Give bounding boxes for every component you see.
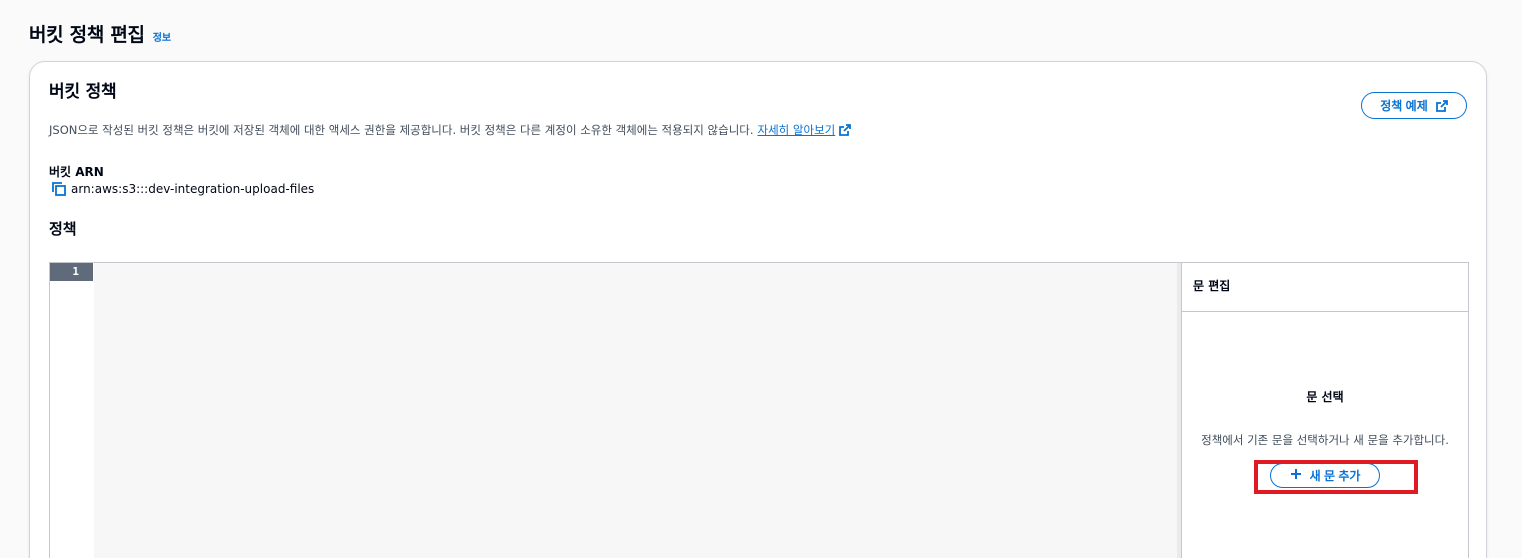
- bucket-policy-card: 버킷 정책 정책 예제 JSON으로 작성된 버킷 정책은 버킷에 저장된 객체…: [29, 61, 1487, 558]
- info-link[interactable]: 정보: [153, 29, 171, 44]
- policy-label: 정책: [49, 220, 77, 238]
- card-title: 버킷 정책: [49, 82, 117, 102]
- policy-code-input[interactable]: [94, 263, 1177, 558]
- learn-more-link[interactable]: 자세히 알아보기: [758, 122, 836, 138]
- page-title: 버킷 정책 편집: [29, 24, 145, 46]
- statement-edit-panel: 문 편집 문 선택 정책에서 기존 문을 선택하거나 새 문을 추가합니다. 새…: [1181, 263, 1468, 558]
- external-link-icon[interactable]: [839, 124, 852, 136]
- policy-examples-label: 정책 예제: [1380, 99, 1428, 113]
- policy-examples-button[interactable]: 정책 예제: [1361, 92, 1467, 119]
- bucket-arn-label: 버킷 ARN: [49, 165, 104, 179]
- bucket-arn-row: arn:aws:s3:::dev-integration-upload-file…: [51, 181, 314, 197]
- select-statement-title: 문 선택: [1306, 390, 1344, 404]
- copy-icon[interactable]: [51, 181, 67, 197]
- add-statement-button[interactable]: 새 문 추가: [1270, 463, 1380, 488]
- bucket-arn-value: arn:aws:s3:::dev-integration-upload-file…: [71, 182, 315, 196]
- editor-gutter: 1: [50, 263, 93, 558]
- line-number: 1: [50, 263, 93, 281]
- select-statement-description: 정책에서 기존 문을 선택하거나 새 문을 추가합니다.: [1201, 433, 1449, 447]
- add-statement-label: 새 문 추가: [1309, 469, 1361, 483]
- page-header: 버킷 정책 편집 정보: [29, 20, 171, 47]
- policy-editor: 1 문 편집 문 선택 정책에서 기존 문을 선택하거나 새 문을 추가합니다.…: [49, 262, 1469, 558]
- plus-icon: [1290, 468, 1302, 483]
- policy-description: JSON으로 작성된 버킷 정책은 버킷에 저장된 객체에 대한 액세스 권한을…: [49, 122, 852, 138]
- description-text: JSON으로 작성된 버킷 정책은 버킷에 저장된 객체에 대한 액세스 권한을…: [49, 123, 754, 137]
- external-link-icon: [1435, 99, 1448, 112]
- statement-panel-title: 문 편집: [1182, 263, 1468, 312]
